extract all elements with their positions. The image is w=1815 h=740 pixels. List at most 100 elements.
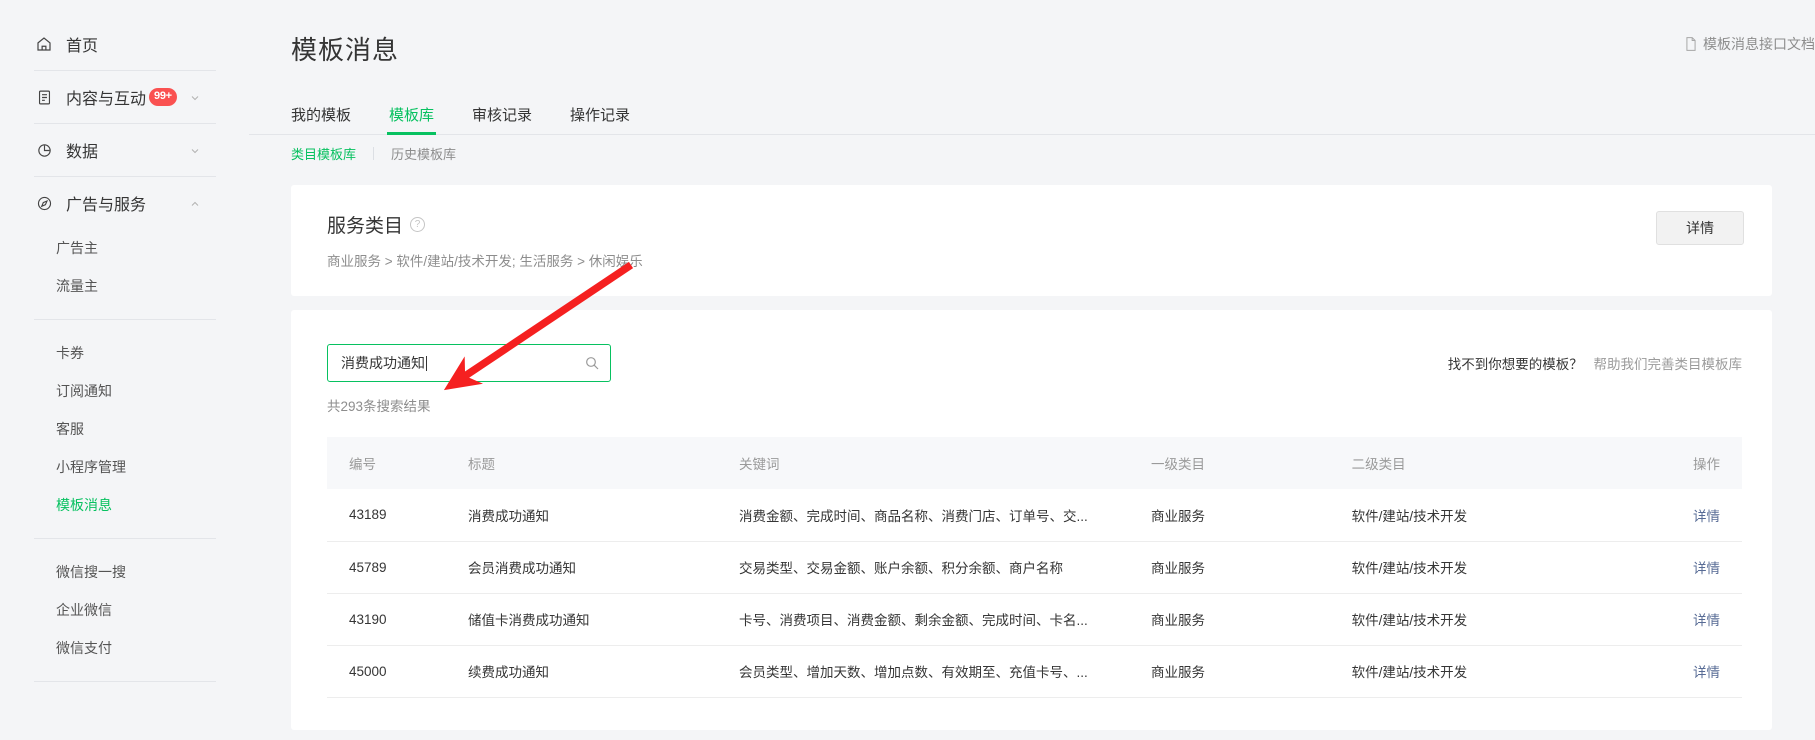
search-input[interactable]: 消费成功通知 <box>327 344 611 382</box>
sidebar-item-label: 数据 <box>66 138 98 162</box>
sidebar-subitem-label: 订阅通知 <box>56 381 112 401</box>
sidebar-item-content[interactable]: 内容与互动 99+ <box>0 71 249 123</box>
api-doc-label: 模板消息接口文档 <box>1703 34 1815 54</box>
cell-title: 续费成功通知 <box>468 645 739 697</box>
tab-my-templates[interactable]: 我的模板 <box>291 108 351 134</box>
sidebar-item-label: 内容与互动 <box>66 85 146 109</box>
cell-level1: 商业服务 <box>1151 593 1352 645</box>
cell-action: 详情 <box>1623 645 1742 697</box>
sidebar-subitem-label: 微信支付 <box>56 638 112 658</box>
sidebar-item-data[interactable]: 数据 <box>0 124 249 176</box>
improve-library-link[interactable]: 帮助我们完善类目模板库 <box>1594 357 1743 372</box>
sidebar: 首页 内容与互动 99+ 数据 <box>0 0 249 740</box>
table-row[interactable]: 43190 储值卡消费成功通知 卡号、消费项目、消费金额、剩余金额、完成时间、卡… <box>327 593 1742 645</box>
sidebar-item-label: 首页 <box>66 32 98 56</box>
sidebar-subitem-label: 流量主 <box>56 276 98 296</box>
cell-keywords: 消费金额、完成时间、商品名称、消费门店、订单号、交... <box>739 489 1151 541</box>
category-detail-button[interactable]: 详情 <box>1656 211 1744 245</box>
cell-action: 详情 <box>1623 489 1742 541</box>
service-category-title: 服务类目 <box>327 211 403 238</box>
table-row[interactable]: 45000 续费成功通知 会员类型、增加天数、增加点数、有效期至、充值卡号、..… <box>327 645 1742 697</box>
data-icon <box>34 140 54 160</box>
service-category-title-row: 服务类目 ? <box>327 211 1742 238</box>
column-header-level2: 二级类目 <box>1352 437 1623 489</box>
chevron-down-icon[interactable] <box>189 144 201 156</box>
sidebar-item-subscribe-notice[interactable]: 订阅通知 <box>0 372 249 410</box>
subtab-separator <box>373 147 374 160</box>
cannot-find-template-hint: 找不到你想要的模板？ 帮助我们完善类目模板库 <box>1448 353 1742 373</box>
sidebar-item-wechat-search[interactable]: 微信搜一搜 <box>0 553 249 591</box>
cell-id: 45789 <box>327 541 468 593</box>
sidebar-subitem-label: 微信搜一搜 <box>56 562 126 582</box>
table-header: 编号 标题 关键词 一级类目 二级类目 操作 <box>327 437 1742 489</box>
sidebar-item-home[interactable]: 首页 <box>0 18 249 70</box>
sidebar-item-ads-and-services[interactable]: 广告与服务 <box>0 177 249 229</box>
sidebar-item-wechat-pay[interactable]: 微信支付 <box>0 629 249 667</box>
cell-level1: 商业服务 <box>1151 489 1352 541</box>
column-header-keywords: 关键词 <box>739 437 1151 489</box>
chevron-down-icon[interactable] <box>189 91 201 103</box>
chevron-up-icon[interactable] <box>189 197 201 209</box>
sidebar-item-wecom[interactable]: 企业微信 <box>0 591 249 629</box>
sidebar-subitem-label: 小程序管理 <box>56 457 126 477</box>
sidebar-subitem-label: 卡券 <box>56 343 84 363</box>
cell-id: 45000 <box>327 645 468 697</box>
breadcrumb: 商业服务 > 软件/建站/技术开发; 生活服务 > 休闲娱乐 <box>327 250 1742 270</box>
sidebar-item-label: 广告与服务 <box>66 191 146 215</box>
column-header-id: 编号 <box>327 437 468 489</box>
content-icon <box>34 87 54 107</box>
api-doc-link[interactable]: 模板消息接口文档 <box>1684 34 1815 54</box>
row-detail-link[interactable]: 详情 <box>1693 509 1720 524</box>
table-row[interactable]: 45789 会员消费成功通知 交易类型、交易金额、账户余额、积分余额、商户名称 … <box>327 541 1742 593</box>
cell-keywords: 会员类型、增加天数、增加点数、有效期至、充值卡号、... <box>739 645 1151 697</box>
subtab-category-library[interactable]: 类目模板库 <box>291 144 356 163</box>
cell-title: 储值卡消费成功通知 <box>468 593 739 645</box>
sidebar-subitem-label: 模板消息 <box>56 495 112 515</box>
tab-operation-records[interactable]: 操作记录 <box>570 108 630 134</box>
tab-template-library[interactable]: 模板库 <box>389 108 434 134</box>
sidebar-item-publisher[interactable]: 流量主 <box>0 267 249 305</box>
status-badge: 99+ <box>149 88 177 106</box>
cell-level2: 软件/建站/技术开发 <box>1352 645 1623 697</box>
page-root: 首页 内容与互动 99+ 数据 <box>0 0 1815 740</box>
cell-id: 43190 <box>327 593 468 645</box>
cell-action: 详情 <box>1623 593 1742 645</box>
sidebar-item-advertiser[interactable]: 广告主 <box>0 229 249 267</box>
sidebar-subitem-label: 客服 <box>56 419 84 439</box>
main-content: 模板消息 模板消息接口文档 我的模板 模板库 审核记录 操作记录 类目模板库 历… <box>249 0 1815 740</box>
search-input-value: 消费成功通知 <box>341 353 584 373</box>
table-body: 43189 消费成功通知 消费金额、完成时间、商品名称、消费门店、订单号、交..… <box>327 489 1742 697</box>
search-result-count: 共293条搜索结果 <box>327 395 1742 415</box>
service-category-card: 服务类目 ? 商业服务 > 软件/建站/技术开发; 生活服务 > 休闲娱乐 详情 <box>291 185 1772 296</box>
sidebar-item-template-message[interactable]: 模板消息 <box>0 486 249 524</box>
cell-level2: 软件/建站/技术开发 <box>1352 593 1623 645</box>
template-table: 编号 标题 关键词 一级类目 二级类目 操作 43189 消费成功通知 消费金额… <box>327 437 1742 698</box>
row-detail-link[interactable]: 详情 <box>1693 665 1720 680</box>
cell-id: 43189 <box>327 489 468 541</box>
page-header: 模板消息 模板消息接口文档 <box>249 0 1815 67</box>
sidebar-item-miniprogram-manage[interactable]: 小程序管理 <box>0 448 249 486</box>
question-mark-icon[interactable]: ? <box>410 217 425 232</box>
search-icon[interactable] <box>584 355 600 371</box>
cell-level2: 软件/建站/技术开发 <box>1352 541 1623 593</box>
tab-bar: 我的模板 模板库 审核记录 操作记录 <box>249 95 1815 135</box>
subtab-history-library[interactable]: 历史模板库 <box>391 144 456 163</box>
search-row: 消费成功通知 找不到你想要的模板？ 帮助我们完善类目模板库 <box>327 344 1742 382</box>
page-title: 模板消息 <box>249 30 1815 67</box>
cell-keywords: 交易类型、交易金额、账户余额、积分余额、商户名称 <box>739 541 1151 593</box>
cell-level1: 商业服务 <box>1151 541 1352 593</box>
tab-audit-records[interactable]: 审核记录 <box>472 108 532 134</box>
row-detail-link[interactable]: 详情 <box>1693 561 1720 576</box>
sidebar-item-customer-service[interactable]: 客服 <box>0 410 249 448</box>
column-header-title: 标题 <box>468 437 739 489</box>
text-caret <box>426 356 427 371</box>
document-icon <box>1684 36 1698 52</box>
home-icon <box>34 34 54 54</box>
sidebar-spacer <box>0 305 249 319</box>
sidebar-item-cards-coupons[interactable]: 卡券 <box>0 334 249 372</box>
sidebar-spacer <box>0 667 249 681</box>
row-detail-link[interactable]: 详情 <box>1693 613 1720 628</box>
compass-icon <box>34 193 54 213</box>
sidebar-subitem-label: 广告主 <box>56 238 98 258</box>
table-row[interactable]: 43189 消费成功通知 消费金额、完成时间、商品名称、消费门店、订单号、交..… <box>327 489 1742 541</box>
